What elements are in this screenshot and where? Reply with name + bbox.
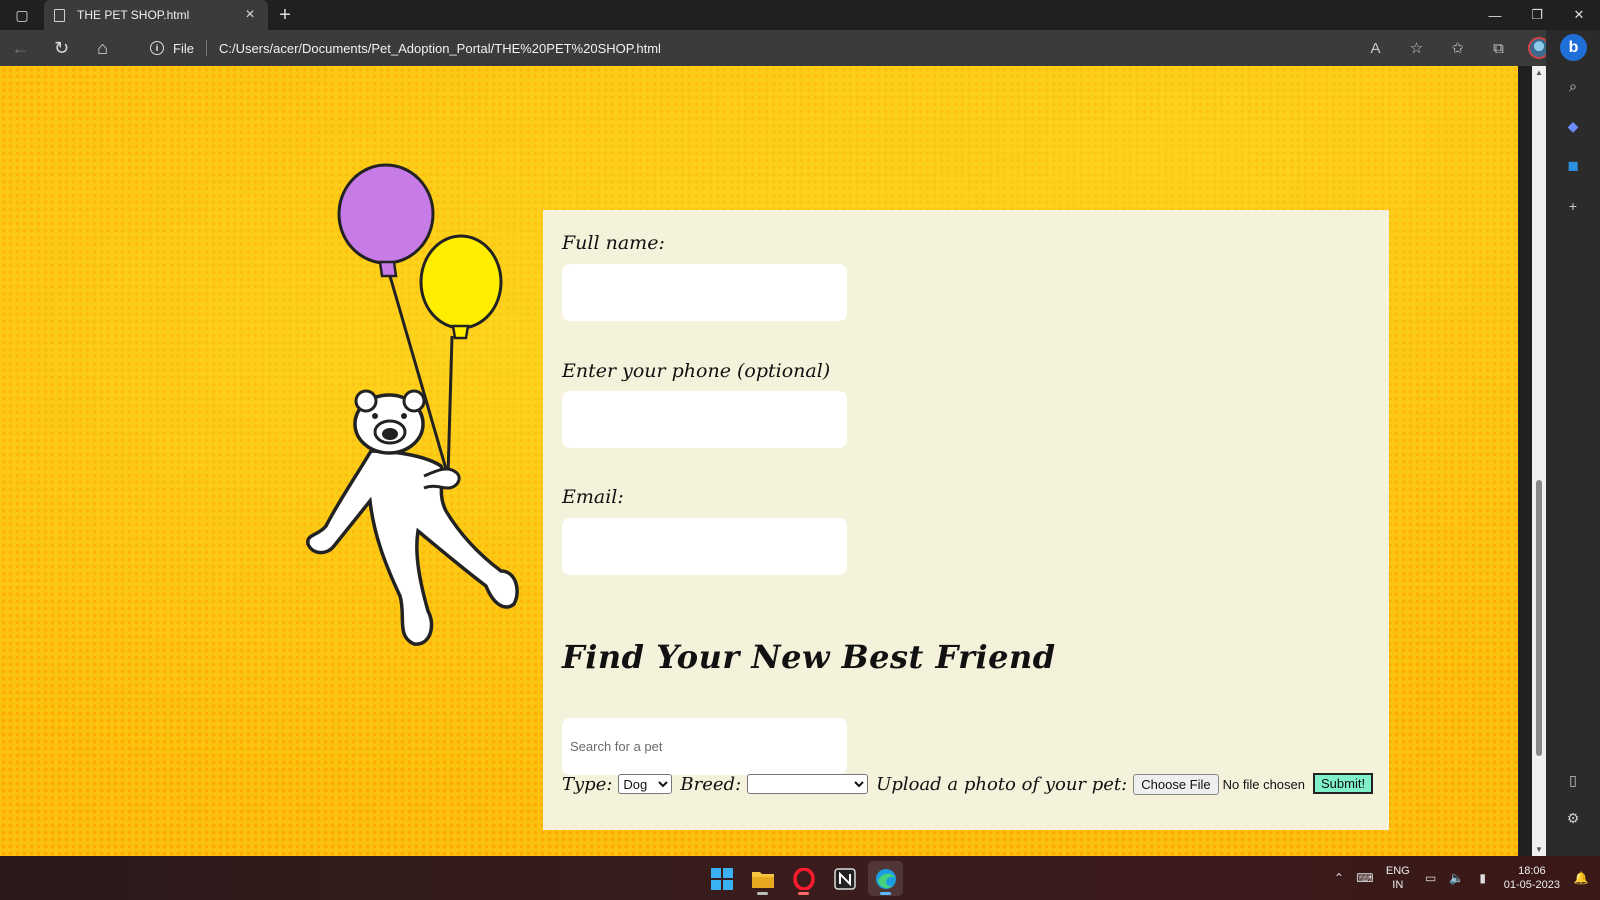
running-indicator	[757, 892, 768, 895]
phone-input[interactable]	[562, 391, 847, 448]
notion-icon[interactable]	[827, 861, 862, 896]
type-label: Type:	[562, 773, 613, 795]
show-hidden-icons-chevron-icon[interactable]: ⌃	[1328, 871, 1350, 885]
refresh-icon[interactable]: ↻	[41, 30, 82, 66]
windows-start-icon[interactable]	[704, 861, 739, 896]
windows-taskbar: ⌃ ⌨ ENG IN ▭ 🔈 ▮ 18:06 01-05-2023 🔔	[0, 856, 1600, 900]
tab-pet-shop[interactable]: THE PET SHOP.html ×	[44, 0, 268, 30]
clock-time: 18:06	[1518, 865, 1546, 877]
email-label: Email:	[562, 486, 624, 508]
email-input[interactable]	[562, 518, 847, 575]
back-icon[interactable]: ←	[0, 30, 41, 66]
breed-select[interactable]	[747, 774, 869, 794]
region-code: IN	[1392, 879, 1404, 891]
scroll-up-arrow-icon[interactable]: ▲	[1534, 68, 1544, 77]
sidebar-panel-icon[interactable]: ▯	[1563, 770, 1583, 790]
tab-strip: ▢ THE PET SHOP.html × + — ❐ ✕	[0, 0, 1600, 30]
scroll-down-arrow-icon[interactable]: ▼	[1534, 845, 1544, 854]
upload-label: Upload a photo of your pet:	[876, 773, 1128, 795]
taskbar-apps	[704, 861, 903, 896]
bear-with-balloons-illustration	[306, 163, 519, 646]
settings-gear-icon[interactable]: ⚙	[1563, 808, 1583, 828]
page-viewport: Full name: Enter your phone (optional) E…	[0, 66, 1518, 856]
bing-copilot-icon[interactable]: b	[1560, 34, 1587, 61]
running-indicator	[880, 892, 891, 895]
battery-icon[interactable]: ▮	[1472, 871, 1494, 885]
minimize-icon[interactable]: —	[1474, 0, 1516, 30]
system-tray: ⌃ ⌨ ENG IN ▭ 🔈 ▮ 18:06 01-05-2023 🔔	[1326, 856, 1600, 900]
submit-button[interactable]: Submit!	[1313, 773, 1374, 794]
info-icon[interactable]: i	[150, 41, 164, 55]
close-tab-icon[interactable]: ×	[242, 6, 258, 24]
notifications-icon[interactable]: 🔔	[1570, 871, 1592, 885]
opera-icon[interactable]	[786, 861, 821, 896]
file-status-text: No file chosen	[1222, 776, 1305, 792]
language-code: ENG	[1385, 865, 1410, 877]
add-favorite-icon[interactable]: ☆	[1396, 30, 1437, 66]
phone-label: Enter your phone (optional)	[562, 360, 831, 382]
network-icon[interactable]: ▭	[1420, 871, 1442, 885]
window-controls: — ❐ ✕	[1474, 0, 1600, 30]
full-name-input[interactable]	[562, 264, 847, 321]
edge-browser-icon[interactable]	[868, 861, 903, 896]
url-separator	[205, 40, 207, 56]
add-sidebar-app-icon[interactable]: +	[1563, 196, 1583, 216]
edge-sidebar: b ⌕ ◆ ◼ + ▯ ⚙	[1546, 30, 1600, 856]
read-aloud-icon[interactable]: A	[1355, 30, 1396, 66]
restore-icon[interactable]: ❐	[1516, 0, 1558, 30]
touch-keyboard-icon[interactable]: ⌨	[1354, 871, 1376, 885]
language-indicator[interactable]: ENG IN	[1386, 864, 1410, 892]
address-bar-row: ← ↻ ⌂ i File C:/Users/acer/Documents/Pet…	[0, 30, 1600, 66]
pet-search-input[interactable]	[562, 718, 847, 775]
page-scrollbar[interactable]: ▲ ▼	[1532, 66, 1546, 856]
url-field[interactable]: i File C:/Users/acer/Documents/Pet_Adopt…	[136, 34, 1366, 62]
url-scheme-label: File	[173, 40, 194, 56]
type-select[interactable]: Dog	[618, 774, 673, 794]
clock[interactable]: 18:06 01-05-2023	[1504, 864, 1560, 892]
scrollbar-thumb[interactable]	[1536, 480, 1542, 756]
new-tab-icon[interactable]: +	[270, 0, 300, 30]
volume-icon[interactable]: 🔈	[1446, 871, 1468, 885]
collections-icon[interactable]: ⧉	[1478, 30, 1519, 66]
search-icon[interactable]: ⌕	[1563, 76, 1583, 96]
filter-row: Type: Dog Breed: Upload a photo of your …	[562, 771, 1305, 797]
clock-date: 01-05-2023	[1503, 879, 1560, 891]
url-text: C:/Users/acer/Documents/Pet_Adoption_Por…	[218, 40, 661, 56]
breed-label: Breed:	[680, 773, 742, 795]
section-title: Find Your New Best Friend	[562, 638, 1056, 676]
document-icon	[54, 8, 65, 22]
close-window-icon[interactable]: ✕	[1558, 0, 1600, 30]
home-icon[interactable]: ⌂	[82, 30, 123, 66]
outlook-icon[interactable]: ◼	[1563, 155, 1583, 175]
choose-file-button[interactable]: Choose File	[1133, 773, 1219, 795]
full-name-label: Full name:	[562, 232, 665, 254]
favorites-icon[interactable]: ✩	[1437, 30, 1478, 66]
file-explorer-icon[interactable]	[745, 861, 780, 896]
adoption-form-card: Full name: Enter your phone (optional) E…	[543, 210, 1389, 830]
tab-actions-icon[interactable]: ▢	[0, 0, 44, 30]
tab-title: THE PET SHOP.html	[77, 8, 190, 22]
running-indicator	[798, 892, 809, 895]
games-icon[interactable]: ◆	[1563, 116, 1583, 136]
